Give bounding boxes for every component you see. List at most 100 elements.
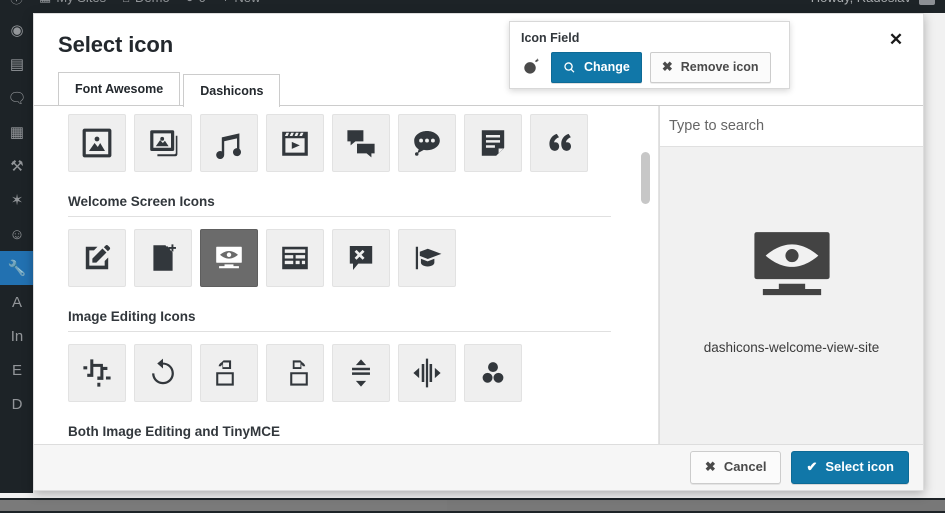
icon-tile-format-status[interactable] (398, 114, 456, 172)
sidebar-item-integrations[interactable]: In (0, 319, 33, 353)
wordpress-admin-bar: ⓘ ▦ My Sites ⌂ Demo ● 0 + New Howdy, Rad… (0, 0, 945, 13)
appearance-icon: ✶ (10, 191, 24, 209)
icon-group-image-editing (34, 344, 635, 402)
admin-bar-item-wordpress-logo[interactable]: ⓘ (10, 0, 23, 7)
icon-tile-format-video[interactable] (266, 114, 324, 172)
sidebar-item-dashboard[interactable]: ◉ (0, 13, 33, 47)
change-icon-button[interactable]: Change (551, 52, 642, 83)
extensions-icon: E (11, 361, 22, 379)
advanced-icon: A (11, 293, 22, 311)
icon-field-popup: Icon Field Change ✖ Remove icon (509, 21, 790, 89)
cancel-button[interactable]: ✖ Cancel (689, 451, 782, 484)
search-icon (563, 61, 576, 74)
tab-font-awesome[interactable]: Font Awesome (58, 72, 181, 106)
wordpress-admin-menu: ◉ ▤ 🗨 ▦ ⚒ ✶ ☺ 🔧 A In E D (0, 13, 33, 493)
icon-tile-image[interactable] (68, 114, 126, 172)
integrations-icon: In (10, 327, 24, 345)
sidebar-item-docs[interactable]: D (0, 387, 33, 421)
icon-group-welcome-screen (34, 229, 635, 287)
group-title-image-editing: Image Editing Icons (68, 309, 611, 332)
select-icon-button[interactable]: ✔ Select icon (791, 451, 909, 484)
icon-tile-format-audio[interactable] (200, 114, 258, 172)
avatar (919, 0, 935, 5)
sidebar-item-media[interactable]: ▦ (0, 115, 33, 149)
icon-tile-image-rotate-left[interactable] (200, 344, 258, 402)
modal-body: Welcome Screen Icons Image Editing Icons… (34, 105, 923, 444)
admin-bar-account[interactable]: Howdy, Radoslav (811, 0, 935, 13)
icon-tile-format-quote[interactable] (530, 114, 588, 172)
group-title-welcome-screen: Welcome Screen Icons (68, 194, 611, 217)
bomb-icon (521, 56, 543, 78)
icon-tile-images-alt[interactable] (134, 114, 192, 172)
posts-icon: ▤ (9, 55, 25, 73)
plugins-icon: ⚒ (10, 157, 24, 175)
icon-tile-format-aside[interactable] (464, 114, 522, 172)
icon-group-formats (34, 114, 635, 172)
users-icon: ☺ (9, 225, 25, 243)
icon-browser-pane: Welcome Screen Icons Image Editing Icons… (34, 106, 659, 444)
icon-preview-pane: dashicons-welcome-view-site (659, 106, 923, 444)
welcome-view-site-icon (745, 218, 839, 312)
close-icon[interactable]: ✕ (881, 24, 911, 54)
wrench-icon: 🔧 (7, 259, 27, 277)
icon-pane-divider (658, 106, 659, 444)
icon-search-wrapper (660, 106, 923, 147)
close-icon: ✖ (704, 459, 716, 475)
icon-list-scrollbar[interactable] (641, 110, 650, 444)
icon-list-scrollbar-thumb[interactable] (641, 152, 650, 204)
icon-tile-image-rotate[interactable] (134, 344, 192, 402)
select-icon-modal: Select icon ✕ Font Awesome Dashicons Wel… (33, 13, 924, 491)
admin-bar-label-comments: 0 (199, 0, 206, 5)
admin-bar-item-my-sites[interactable]: ▦ My Sites (39, 0, 106, 5)
admin-bar-item-comments[interactable]: ● 0 (186, 0, 206, 5)
sidebar-item-comments[interactable]: 🗨 (0, 81, 33, 115)
admin-bar-greeting: Howdy, Radoslav (811, 0, 911, 5)
sidebar-item-plugins[interactable]: ⚒ (0, 149, 33, 183)
scrollbar-thumb[interactable] (0, 500, 447, 511)
cancel-button-label: Cancel (723, 459, 767, 475)
remove-icon-button[interactable]: ✖ Remove icon (649, 52, 771, 83)
icon-tile-image-rotate-right[interactable] (266, 344, 324, 402)
icon-tile-image-filter[interactable] (464, 344, 522, 402)
admin-bar-item-site-name[interactable]: ⌂ Demo (122, 0, 170, 5)
icon-field-controls: Change ✖ Remove icon (521, 52, 778, 83)
admin-bar-label-new: New (234, 0, 260, 5)
icon-browser-content: Welcome Screen Icons Image Editing Icons… (34, 114, 659, 444)
docs-icon: D (11, 395, 23, 413)
icon-tile-image-flip-vertical[interactable] (332, 344, 390, 402)
scrollbar-track[interactable] (447, 500, 945, 511)
sidebar-item-posts[interactable]: ▤ (0, 47, 33, 81)
remove-icon-button-label: Remove icon (680, 60, 759, 75)
page-horizontal-scrollbar[interactable] (0, 498, 945, 513)
admin-bar-item-new[interactable]: + New (222, 0, 261, 5)
icon-tile-welcome-add-page[interactable] (134, 229, 192, 287)
tab-dashicons[interactable]: Dashicons (183, 74, 281, 107)
comments-icon: 🗨 (7, 89, 27, 107)
sidebar-item-advanced[interactable]: A (0, 285, 33, 319)
sites-icon: ▦ (39, 0, 51, 5)
icon-preview-body: dashicons-welcome-view-site (660, 147, 923, 444)
check-icon: ✔ (806, 459, 818, 475)
dashboard-icon: ◉ (10, 21, 24, 39)
sidebar-item-appearance[interactable]: ✶ (0, 183, 33, 217)
plus-icon: + (222, 0, 230, 5)
close-icon: ✖ (661, 59, 673, 74)
modal-footer: ✖ Cancel ✔ Select icon (34, 444, 923, 490)
sidebar-item-extensions[interactable]: E (0, 353, 33, 387)
icon-tile-welcome-write-blog[interactable] (68, 229, 126, 287)
icon-tile-welcome-view-site[interactable] (200, 229, 258, 287)
admin-bar-items: ⓘ ▦ My Sites ⌂ Demo ● 0 + New (0, 0, 945, 13)
search-input[interactable] (660, 106, 923, 146)
change-icon-button-label: Change (584, 60, 630, 75)
icon-tile-welcome-learn-more[interactable] (398, 229, 456, 287)
icon-tile-welcome-widgets-menus[interactable] (266, 229, 324, 287)
icon-tile-welcome-comments[interactable] (332, 229, 390, 287)
icon-tile-format-chat[interactable] (332, 114, 390, 172)
icon-tile-image-flip-horizontal[interactable] (398, 344, 456, 402)
group-title-both-image-editing-tinymce: Both Image Editing and TinyMCE (68, 424, 611, 444)
wordpress-logo-icon: ⓘ (10, 0, 23, 7)
icon-tile-image-crop[interactable] (68, 344, 126, 402)
sidebar-item-users[interactable]: ☺ (0, 217, 33, 251)
sidebar-item-tools[interactable]: 🔧 (0, 251, 33, 285)
icon-field-title: Icon Field (521, 31, 580, 45)
